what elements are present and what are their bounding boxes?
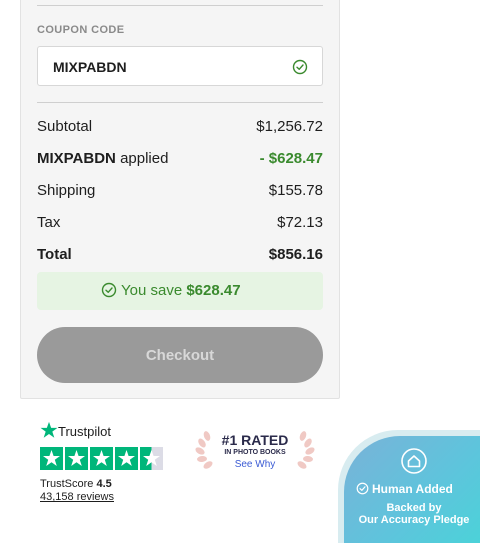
total-label: Total <box>37 246 72 263</box>
rated-subtitle: IN PHOTO BOOKS <box>224 449 286 456</box>
coupon-code-value[interactable]: MIXPABDN <box>53 59 127 75</box>
subtotal-value: $1,256.72 <box>256 118 323 135</box>
savings-prefix: You save <box>121 282 183 299</box>
discount-row: MIXPABDN applied - $628.47 <box>37 150 323 170</box>
savings-amount: $628.47 <box>186 282 241 299</box>
trustpilot-brand: Trustpilot <box>58 424 111 439</box>
shipping-value: $155.78 <box>268 182 323 199</box>
total-row: Total $856.16 <box>37 246 323 266</box>
coupon-label: COUPON CODE <box>37 24 125 36</box>
accuracy-badge-line2: Our Accuracy Pledge <box>358 514 470 526</box>
rated-title: #1 RATED <box>221 432 289 448</box>
rated-badge[interactable]: #1 RATED IN PHOTO BOOKS See Why <box>190 430 320 475</box>
trustpilot-rating-star-icon <box>140 447 163 470</box>
check-circle-icon <box>356 482 369 495</box>
divider <box>37 102 323 103</box>
subtotal-label: Subtotal <box>37 118 93 135</box>
trustpilot-rating-star-icon <box>40 447 63 470</box>
coupon-code-input[interactable]: MIXPABDN <box>37 46 323 86</box>
discount-value: - $628.47 <box>259 150 323 167</box>
see-why-link[interactable]: See Why <box>190 459 320 470</box>
order-summary-panel: COUPON CODE MIXPABDN Subtotal $1,256.72 … <box>20 0 340 399</box>
accuracy-badge-title: Human Added <box>356 482 453 496</box>
trustpilot-logo: Trustpilot <box>40 421 111 439</box>
shipping-label: Shipping <box>37 182 96 199</box>
discount-code: MIXPABDN <box>37 150 116 167</box>
trustpilot-star-icon <box>40 421 58 438</box>
accuracy-badge-title-text: Human Added <box>372 482 453 496</box>
check-circle-icon <box>292 59 308 75</box>
trustpilot-widget[interactable]: Trustpilot TrustScore 4.5 43,158 reviews <box>40 421 170 511</box>
shipping-row: Shipping $155.78 <box>37 182 323 202</box>
trustpilot-stars <box>40 447 164 470</box>
tax-value: $72.13 <box>277 214 323 231</box>
trustpilot-rating-star-icon <box>90 447 113 470</box>
discount-suffix: applied <box>120 150 169 167</box>
home-icon <box>401 448 427 474</box>
discount-label: MIXPABDN applied <box>37 150 168 167</box>
trustscore-value: 4.5 <box>96 478 112 490</box>
trustscore: TrustScore 4.5 <box>40 478 112 490</box>
tax-row: Tax $72.13 <box>37 214 323 234</box>
trustpilot-reviews-link[interactable]: 43,158 reviews <box>40 491 114 503</box>
savings-banner: You save $628.47 <box>37 272 323 310</box>
divider <box>37 5 323 6</box>
checkout-button[interactable]: Checkout <box>37 327 323 383</box>
accuracy-badge-line1: Backed by <box>386 502 442 514</box>
trustpilot-rating-star-icon <box>65 447 88 470</box>
trustscore-label: TrustScore <box>40 478 94 490</box>
tax-label: Tax <box>37 214 61 231</box>
subtotal-row: Subtotal $1,256.72 <box>37 118 323 138</box>
total-value: $856.16 <box>268 246 323 263</box>
check-circle-icon <box>101 282 117 298</box>
trustpilot-rating-star-icon <box>115 447 138 470</box>
